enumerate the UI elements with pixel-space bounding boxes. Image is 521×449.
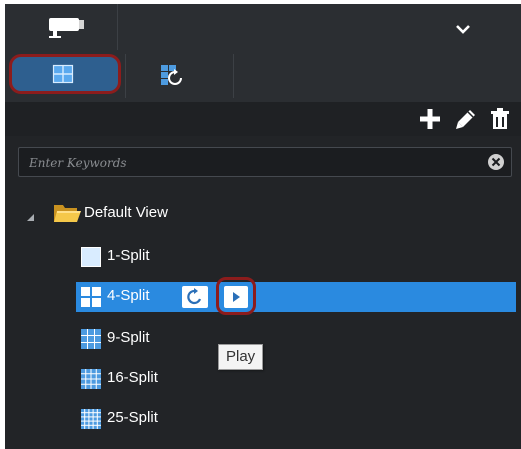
cycle-icon — [187, 288, 202, 305]
window-split-icon — [52, 64, 74, 84]
grid-1-icon — [81, 247, 101, 267]
tree-item-16-split[interactable]: 16-Split — [76, 364, 516, 394]
tree-item-label: 9-Split — [107, 329, 150, 346]
camera-icon[interactable] — [45, 14, 89, 40]
chevron-down-icon[interactable] — [453, 22, 473, 36]
tree-item-1-split[interactable]: 1-Split — [76, 242, 516, 272]
tree-item-label: 16-Split — [107, 369, 158, 386]
pencil-icon — [456, 110, 475, 129]
search-input[interactable] — [27, 152, 471, 174]
grid-4-icon — [81, 287, 101, 307]
tab-view-sequence[interactable] — [151, 59, 191, 93]
tab-divider — [117, 4, 118, 50]
views-panel: Default View 1-Split 4-Split — [5, 4, 521, 449]
tree-item-label: 25-Split — [107, 409, 158, 426]
tree-item-label: 1-Split — [107, 247, 150, 264]
tree-expand-toggle[interactable] — [26, 209, 35, 221]
top-tab-row — [5, 4, 521, 50]
tab-divider — [233, 54, 234, 98]
tree-item-25-split[interactable]: 25-Split — [76, 404, 516, 434]
play-tooltip: Play — [218, 344, 264, 370]
grid-9-icon — [81, 329, 101, 349]
search-box — [18, 147, 512, 177]
tree-item-label: 4-Split — [107, 287, 150, 304]
tree-item-4-split[interactable]: 4-Split — [76, 277, 516, 315]
grid-25-icon — [81, 409, 101, 429]
grid-16-icon — [81, 369, 101, 389]
tree-root-label[interactable]: Default View — [84, 204, 168, 221]
delete-view-button[interactable] — [487, 106, 513, 132]
folder-open-icon — [52, 201, 82, 225]
add-view-button[interactable] — [417, 106, 443, 132]
tree-item-9-split[interactable]: 9-Split — [76, 324, 516, 354]
tab-window-split[interactable] — [9, 54, 121, 94]
play-button[interactable] — [224, 286, 248, 308]
plus-icon — [420, 109, 440, 129]
edit-view-button[interactable] — [453, 106, 479, 132]
cycle-button[interactable] — [182, 286, 208, 308]
play-highlight — [216, 277, 256, 315]
trash-icon — [491, 108, 509, 129]
view-sequence-icon — [161, 65, 182, 85]
clear-icon[interactable] — [487, 153, 505, 171]
tab-divider — [125, 54, 126, 98]
view-toolbar — [5, 102, 521, 136]
play-icon — [233, 292, 240, 302]
